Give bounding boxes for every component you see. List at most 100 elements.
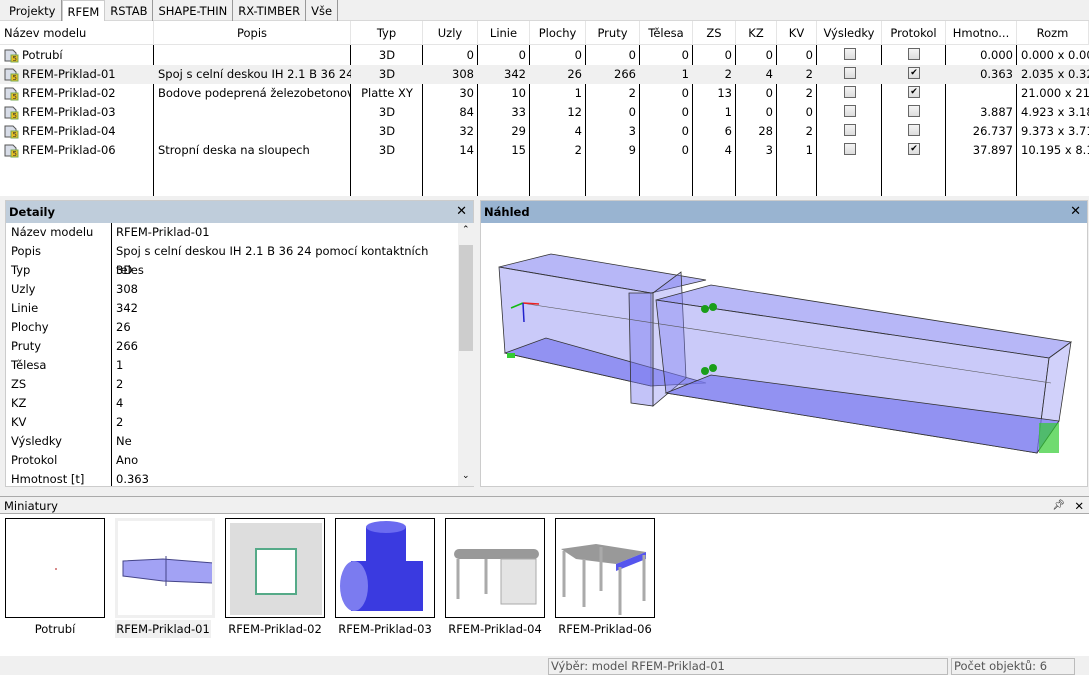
thumbnail-rfem-priklad-06[interactable] [555, 518, 655, 618]
column-header-telesa[interactable]: Tělesa [640, 21, 693, 45]
column-header-protokol[interactable]: Protokol [882, 21, 946, 45]
protokol-checkbox[interactable] [908, 48, 920, 60]
table-row[interactable]: 5 RFEM-Priklad-01 Spoj s celní deskou IH 2… [0, 65, 1089, 84]
cell-name: Potrubí [22, 48, 63, 62]
tab-rstab[interactable]: RSTAB [105, 0, 154, 21]
table-row[interactable]: 5 RFEM-Priklad-04 3D 32 29 4 3 0 6 28 2 26.737 9.373… [0, 122, 1089, 141]
thumbnail-label[interactable]: Potrubí [0, 620, 110, 638]
detail-label: Tělesa [11, 358, 47, 372]
thumbnail-label[interactable]: RFEM-Priklad-01 [115, 620, 211, 638]
close-icon[interactable]: ✕ [1074, 497, 1084, 515]
preview-header: Náhled ✕ [481, 201, 1087, 223]
detail-label: Hmotnost [t] [11, 472, 85, 486]
column-header-kz[interactable]: KZ [736, 21, 777, 45]
column-header-kv[interactable]: KV [777, 21, 817, 45]
cell-zs: 0 [724, 48, 732, 62]
cell-kv: 0 [805, 105, 813, 119]
protokol-checkbox[interactable]: ✔ [908, 86, 920, 98]
vysledky-checkbox[interactable] [843, 105, 856, 117]
cell-plochy: 4 [574, 124, 582, 138]
cell-linie: 0 [518, 48, 526, 62]
svg-text:5: 5 [13, 93, 17, 101]
thumbnail-rfem-priklad-02[interactable] [225, 518, 325, 618]
cell-linie: 342 [504, 67, 526, 81]
tab-projekty[interactable]: Projekty [4, 0, 62, 21]
thumbnail-label[interactable]: RFEM-Priklad-06 [550, 620, 660, 638]
column-header-name[interactable]: Název modelu [0, 21, 154, 45]
cell-typ: 3D [378, 67, 396, 81]
svg-text:5: 5 [13, 131, 17, 139]
pin-icon[interactable]: 📌︎ [1052, 497, 1065, 515]
column-header-plochy[interactable]: Plochy [530, 21, 586, 45]
model-thumbnail-image [122, 556, 212, 586]
detail-row: Plochy 26 [6, 318, 458, 337]
rfem-model-icon: 5 [3, 86, 19, 101]
vysledky-checkbox[interactable] [843, 143, 856, 155]
thumbnail-label[interactable]: RFEM-Priklad-02 [220, 620, 330, 638]
detail-value: Ano [116, 453, 139, 467]
cell-rozm: 0.000 x 0.000 [1021, 48, 1089, 62]
thumbnail-potrubí[interactable] [5, 518, 105, 618]
tab-shape-thin[interactable]: SHAPE-THIN [153, 0, 234, 21]
detail-row: Výsledky Ne [6, 432, 458, 451]
detail-value: 342 [116, 301, 138, 315]
cell-rozm: 10.195 x 8.19 [1021, 143, 1089, 157]
detail-label: Uzly [11, 282, 36, 296]
thumbnail-label[interactable]: RFEM-Priklad-04 [440, 620, 550, 638]
column-header-rozm[interactable]: Rozm [1017, 21, 1089, 45]
details-title: Detaily [9, 205, 55, 219]
thumbnail-label[interactable]: RFEM-Priklad-03 [330, 620, 440, 638]
tab-rx-timber[interactable]: RX-TIMBER [233, 0, 307, 21]
details-scrollbar[interactable]: ⌃ ⌄ [458, 223, 474, 486]
tab-rfem[interactable]: RFEM [61, 0, 106, 21]
table-row[interactable]: 5 RFEM-Priklad-03 3D 84 33 12 0 0 1 0 0 3.887 4.923 … [0, 103, 1089, 122]
table-row[interactable]: 5 RFEM-Priklad-06 Stropní deska na sloupec… [0, 141, 1089, 160]
column-header-zs[interactable]: ZS [693, 21, 736, 45]
column-header-linie[interactable]: Linie [478, 21, 530, 45]
tab-vše[interactable]: Vše [306, 0, 339, 21]
model-thumbnail-image [55, 568, 57, 570]
detail-label: KZ [11, 396, 27, 410]
cell-hmotnost: 3.887 [980, 105, 1013, 119]
vysledky-checkbox[interactable] [843, 48, 856, 60]
column-header-typ[interactable]: Typ [351, 21, 423, 45]
model-preview-3d[interactable] [481, 223, 1087, 486]
cell-kz: 0 [765, 86, 773, 100]
scroll-down-icon[interactable]: ⌄ [462, 471, 470, 481]
cell-kv: 2 [805, 67, 813, 81]
detail-label: Typ [11, 263, 31, 277]
vysledky-checkbox[interactable] [843, 124, 856, 136]
scroll-up-icon[interactable]: ⌃ [462, 225, 470, 235]
scroll-thumb[interactable] [459, 245, 473, 351]
thumbnail-rfem-priklad-04[interactable] [445, 518, 545, 618]
detail-value: 3D [116, 263, 133, 277]
detail-value: 26 [116, 320, 131, 334]
thumbnail-rfem-priklad-03[interactable] [335, 518, 435, 618]
cell-pruty: 266 [614, 67, 636, 81]
cell-linie: 15 [511, 143, 526, 157]
table-row[interactable]: 5 RFEM-Priklad-02 Bodove podeprená železob… [0, 84, 1089, 103]
column-header-pruty[interactable]: Pruty [586, 21, 640, 45]
protokol-checkbox[interactable] [908, 105, 920, 117]
protokol-checkbox[interactable]: ✔ [908, 67, 920, 79]
cell-kv: 0 [805, 48, 813, 62]
column-header-popis[interactable]: Popis [154, 21, 351, 45]
close-icon[interactable]: ✕ [456, 201, 467, 223]
protokol-checkbox[interactable] [908, 124, 920, 136]
column-header-vysledky[interactable]: Výsledky [817, 21, 882, 45]
column-header-hmotnost[interactable]: Hmotno... [946, 21, 1017, 45]
detail-row: Hmotnost [t] 0.363 [6, 470, 458, 486]
column-header-uzly[interactable]: Uzly [423, 21, 478, 45]
close-icon[interactable]: ✕ [1070, 201, 1081, 223]
status-selection: Výběr: model RFEM-Priklad-01 [548, 658, 948, 675]
thumbnail-rfem-priklad-01[interactable] [115, 518, 215, 618]
vysledky-checkbox[interactable] [843, 86, 856, 98]
detail-row: ZS 2 [6, 375, 458, 394]
table-row[interactable]: 5 Potrubí 3D 0 0 0 0 0 0 0 0 0.000 0.000 x 0.000 [0, 46, 1089, 65]
cell-popis [154, 103, 351, 122]
cell-popis: Bodove podeprená železobetonová [158, 86, 351, 100]
protokol-checkbox[interactable]: ✔ [908, 143, 920, 155]
cell-kz: 3 [765, 143, 773, 157]
vysledky-checkbox[interactable] [843, 67, 856, 79]
cell-hmotnost: 26.737 [972, 124, 1013, 138]
